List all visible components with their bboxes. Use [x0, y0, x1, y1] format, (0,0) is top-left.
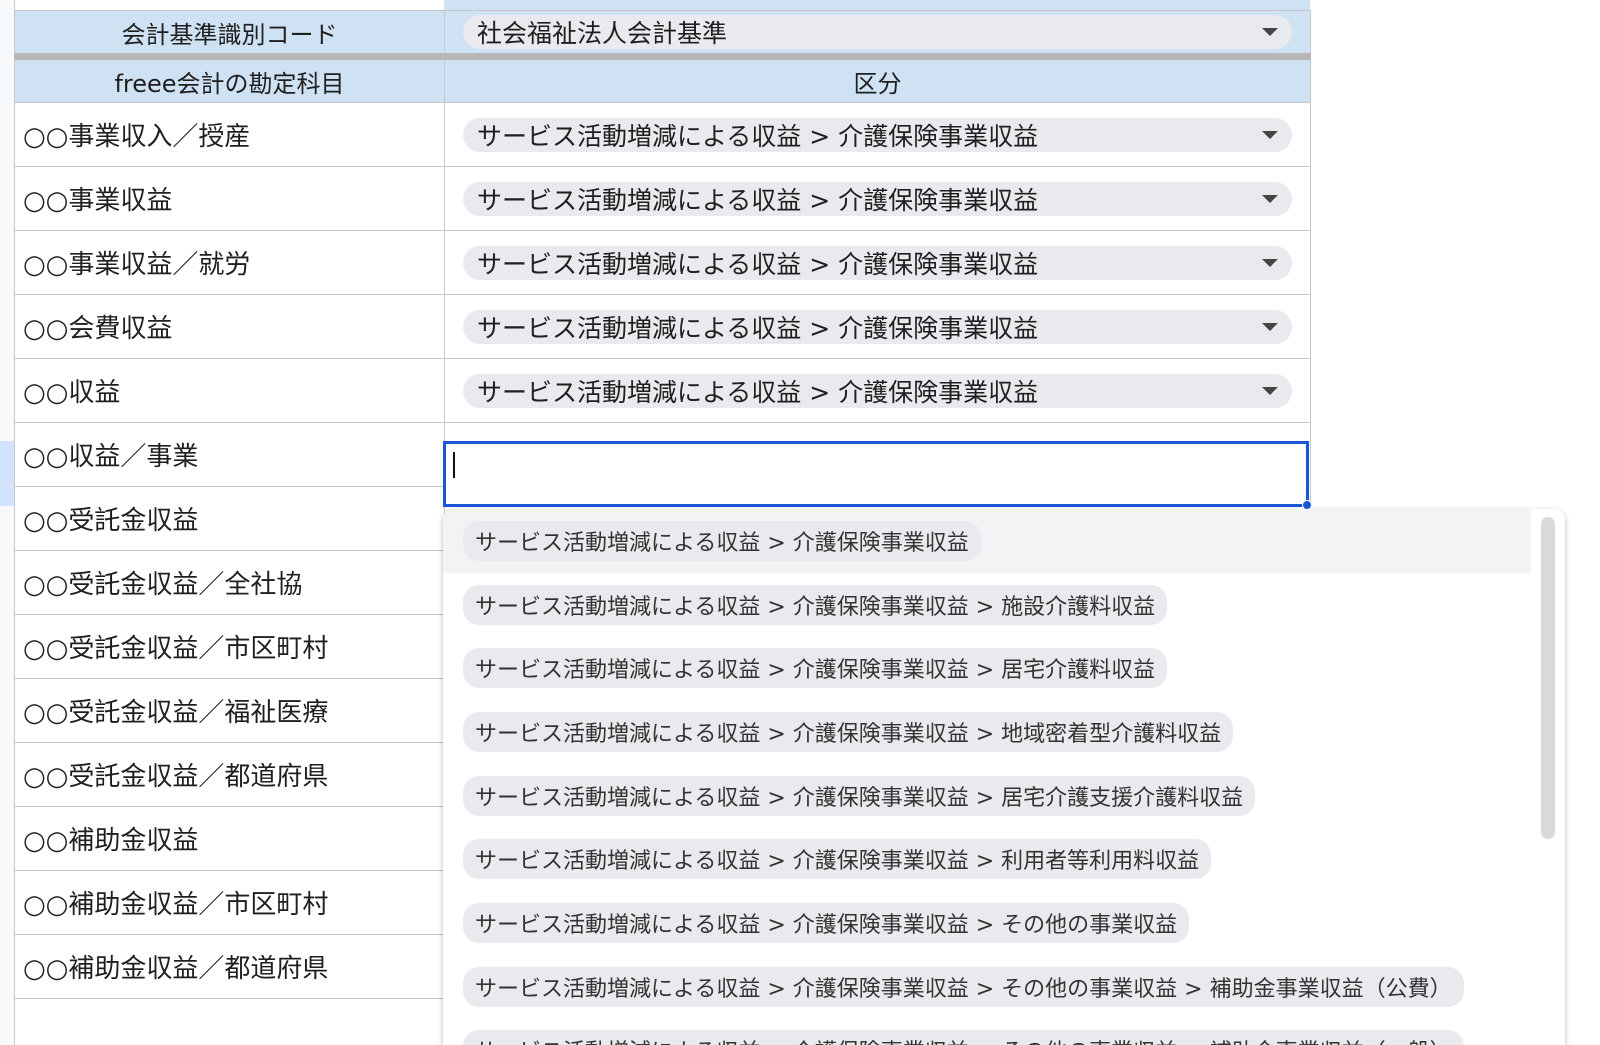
category-value: サービス活動増減による収益 > 介護保険事業収益 — [477, 249, 1039, 279]
account-name-cell[interactable]: ○○受託金収益／福祉医療 — [14, 678, 445, 743]
dropdown-option-label: サービス活動増減による収益 > 介護保険事業収益 > その他の事業収益 > 補助… — [463, 966, 1464, 1007]
text-cursor — [453, 452, 455, 478]
dropdown-option-label: サービス活動増減による収益 > 介護保険事業収益 > 居宅介護支援介護料収益 — [463, 775, 1256, 816]
dropdown-option[interactable]: サービス活動増減による収益 > 介護保険事業収益 > 居宅介護支援介護料収益 — [443, 764, 1565, 828]
dropdown-option[interactable]: サービス活動増減による収益 > 介護保険事業収益 > 居宅介護料収益 — [443, 636, 1565, 700]
table-row: ○○事業収入／授産 サービス活動増減による収益 > 介護保険事業収益 — [14, 102, 1311, 167]
dropdown-option[interactable]: サービス活動増減による収益 > 介護保険事業収益 > その他の事業収益 > 補助… — [443, 1019, 1565, 1045]
category-cell[interactable]: サービス活動増減による収益 > 介護保険事業収益 — [444, 102, 1311, 167]
category-autocomplete-dropdown[interactable]: サービス活動増減による収益 > 介護保険事業収益サービス活動増減による収益 > … — [443, 509, 1565, 1045]
table-row: ○○事業収益／就労 サービス活動増減による収益 > 介護保険事業収益 — [14, 230, 1311, 295]
standard-code-label: 会計基準識別コード — [14, 10, 445, 57]
dropdown-option[interactable]: サービス活動増減による収益 > 介護保険事業収益 > 利用者等利用料収益 — [443, 827, 1565, 891]
dropdown-option-label: サービス活動増減による収益 > 介護保険事業収益 > 地域密着型介護料収益 — [463, 711, 1234, 752]
row-header-gutter[interactable] — [0, 0, 15, 1045]
category-dropdown-chip[interactable]: サービス活動増減による収益 > 介護保険事業収益 — [463, 117, 1292, 152]
dropdown-option-label: サービス活動増減による収益 > 介護保険事業収益 > 利用者等利用料収益 — [463, 839, 1212, 880]
category-value: サービス活動増減による収益 > 介護保険事業収益 — [477, 377, 1039, 407]
dropdown-option[interactable]: サービス活動増減による収益 > 介護保険事業収益 > 施設介護料収益 — [443, 573, 1565, 637]
cell-edit-input[interactable] — [443, 441, 1312, 510]
dropdown-option-label: サービス活動増減による収益 > 介護保険事業収益 > 居宅介護料収益 — [463, 648, 1168, 689]
previous-row-cell — [444, 0, 1310, 10]
selected-row-indicator — [0, 441, 14, 506]
account-name-cell[interactable]: ○○受託金収益／都道府県 — [14, 742, 445, 807]
dropdown-option[interactable]: サービス活動増減による収益 > 介護保険事業収益 > その他の事業収益 — [443, 891, 1565, 955]
category-dropdown-chip[interactable]: サービス活動増減による収益 > 介護保険事業収益 — [463, 309, 1292, 344]
dropdown-option-label: サービス活動増減による収益 > 介護保険事業収益 > 施設介護料収益 — [463, 584, 1168, 625]
account-name-cell[interactable]: ○○事業収入／授産 — [14, 102, 445, 167]
dropdown-arrow-icon[interactable] — [1262, 322, 1278, 331]
table-row: ○○会費収益 サービス活動増減による収益 > 介護保険事業収益 — [14, 294, 1311, 359]
category-cell[interactable]: サービス活動増減による収益 > 介護保険事業収益 — [444, 230, 1311, 295]
standard-code-row: 会計基準識別コード 社会福祉法人会計基準 — [14, 10, 1311, 57]
column-header-category: 区分 — [444, 53, 1311, 103]
column-header-account: freee会計の勘定科目 — [14, 53, 445, 103]
category-cell[interactable]: サービス活動増減による収益 > 介護保険事業収益 — [444, 358, 1311, 423]
dropdown-arrow-icon[interactable] — [1262, 130, 1278, 139]
standard-code-cell[interactable]: 社会福祉法人会計基準 — [444, 10, 1311, 57]
category-value: サービス活動増減による収益 > 介護保険事業収益 — [477, 121, 1039, 151]
dropdown-arrow-icon[interactable] — [1262, 386, 1278, 395]
table-row: ○○事業収益 サービス活動増減による収益 > 介護保険事業収益 — [14, 166, 1311, 231]
dropdown-option[interactable]: サービス活動増減による収益 > 介護保険事業収益 > 地域密着型介護料収益 — [443, 700, 1565, 764]
account-name-cell[interactable]: ○○事業収益 — [14, 166, 445, 231]
dropdown-arrow-icon[interactable] — [1262, 194, 1278, 203]
column-header-row: freee会計の勘定科目 区分 — [14, 53, 1311, 103]
dropdown-option[interactable]: サービス活動増減による収益 > 介護保険事業収益 > その他の事業収益 > 補助… — [443, 955, 1565, 1019]
category-cell[interactable]: サービス活動増減による収益 > 介護保険事業収益 — [444, 294, 1311, 359]
account-name-cell[interactable]: ○○収益／事業 — [14, 422, 445, 487]
account-name-cell[interactable]: ○○受託金収益／全社協 — [14, 550, 445, 615]
account-name-cell[interactable]: ○○補助金収益／都道府県 — [14, 934, 445, 999]
dropdown-option-label: サービス活動増減による収益 > 介護保険事業収益 > その他の事業収益 — [463, 902, 1190, 943]
account-name-cell[interactable]: ○○補助金収益／市区町村 — [14, 870, 445, 935]
account-name-cell[interactable]: ○○会費収益 — [14, 294, 445, 359]
category-cell[interactable]: サービス活動増減による収益 > 介護保険事業収益 — [444, 166, 1311, 231]
category-dropdown-chip[interactable]: サービス活動増減による収益 > 介護保険事業収益 — [463, 181, 1292, 216]
standard-code-dropdown-chip[interactable]: 社会福祉法人会計基準 — [463, 15, 1292, 49]
standard-code-value: 社会福祉法人会計基準 — [477, 19, 728, 48]
dropdown-arrow-icon[interactable] — [1262, 258, 1278, 267]
dropdown-option-label: サービス活動増減による収益 > 介護保険事業収益 — [463, 520, 981, 561]
category-dropdown-chip[interactable]: サービス活動増減による収益 > 介護保険事業収益 — [463, 373, 1292, 408]
account-name-cell[interactable]: ○○受託金収益／市区町村 — [14, 614, 445, 679]
account-name-cell[interactable]: ○○収益 — [14, 358, 445, 423]
category-value: サービス活動増減による収益 > 介護保険事業収益 — [477, 313, 1039, 343]
account-name-cell[interactable]: ○○事業収益／就労 — [14, 230, 445, 295]
category-dropdown-chip[interactable]: サービス活動増減による収益 > 介護保険事業収益 — [463, 245, 1292, 280]
dropdown-arrow-icon[interactable] — [1262, 28, 1278, 36]
category-value: サービス活動増減による収益 > 介護保険事業収益 — [477, 185, 1039, 215]
dropdown-scrollbar[interactable] — [1541, 517, 1555, 839]
account-name-cell[interactable]: ○○受託金収益 — [14, 486, 445, 551]
dropdown-option-label: サービス活動増減による収益 > 介護保険事業収益 > その他の事業収益 > 補助… — [463, 1030, 1464, 1045]
table-row: ○○収益 サービス活動増減による収益 > 介護保険事業収益 — [14, 358, 1311, 423]
account-name-cell[interactable]: ○○補助金収益 — [14, 806, 445, 871]
dropdown-option[interactable]: サービス活動増減による収益 > 介護保険事業収益 — [443, 509, 1531, 573]
